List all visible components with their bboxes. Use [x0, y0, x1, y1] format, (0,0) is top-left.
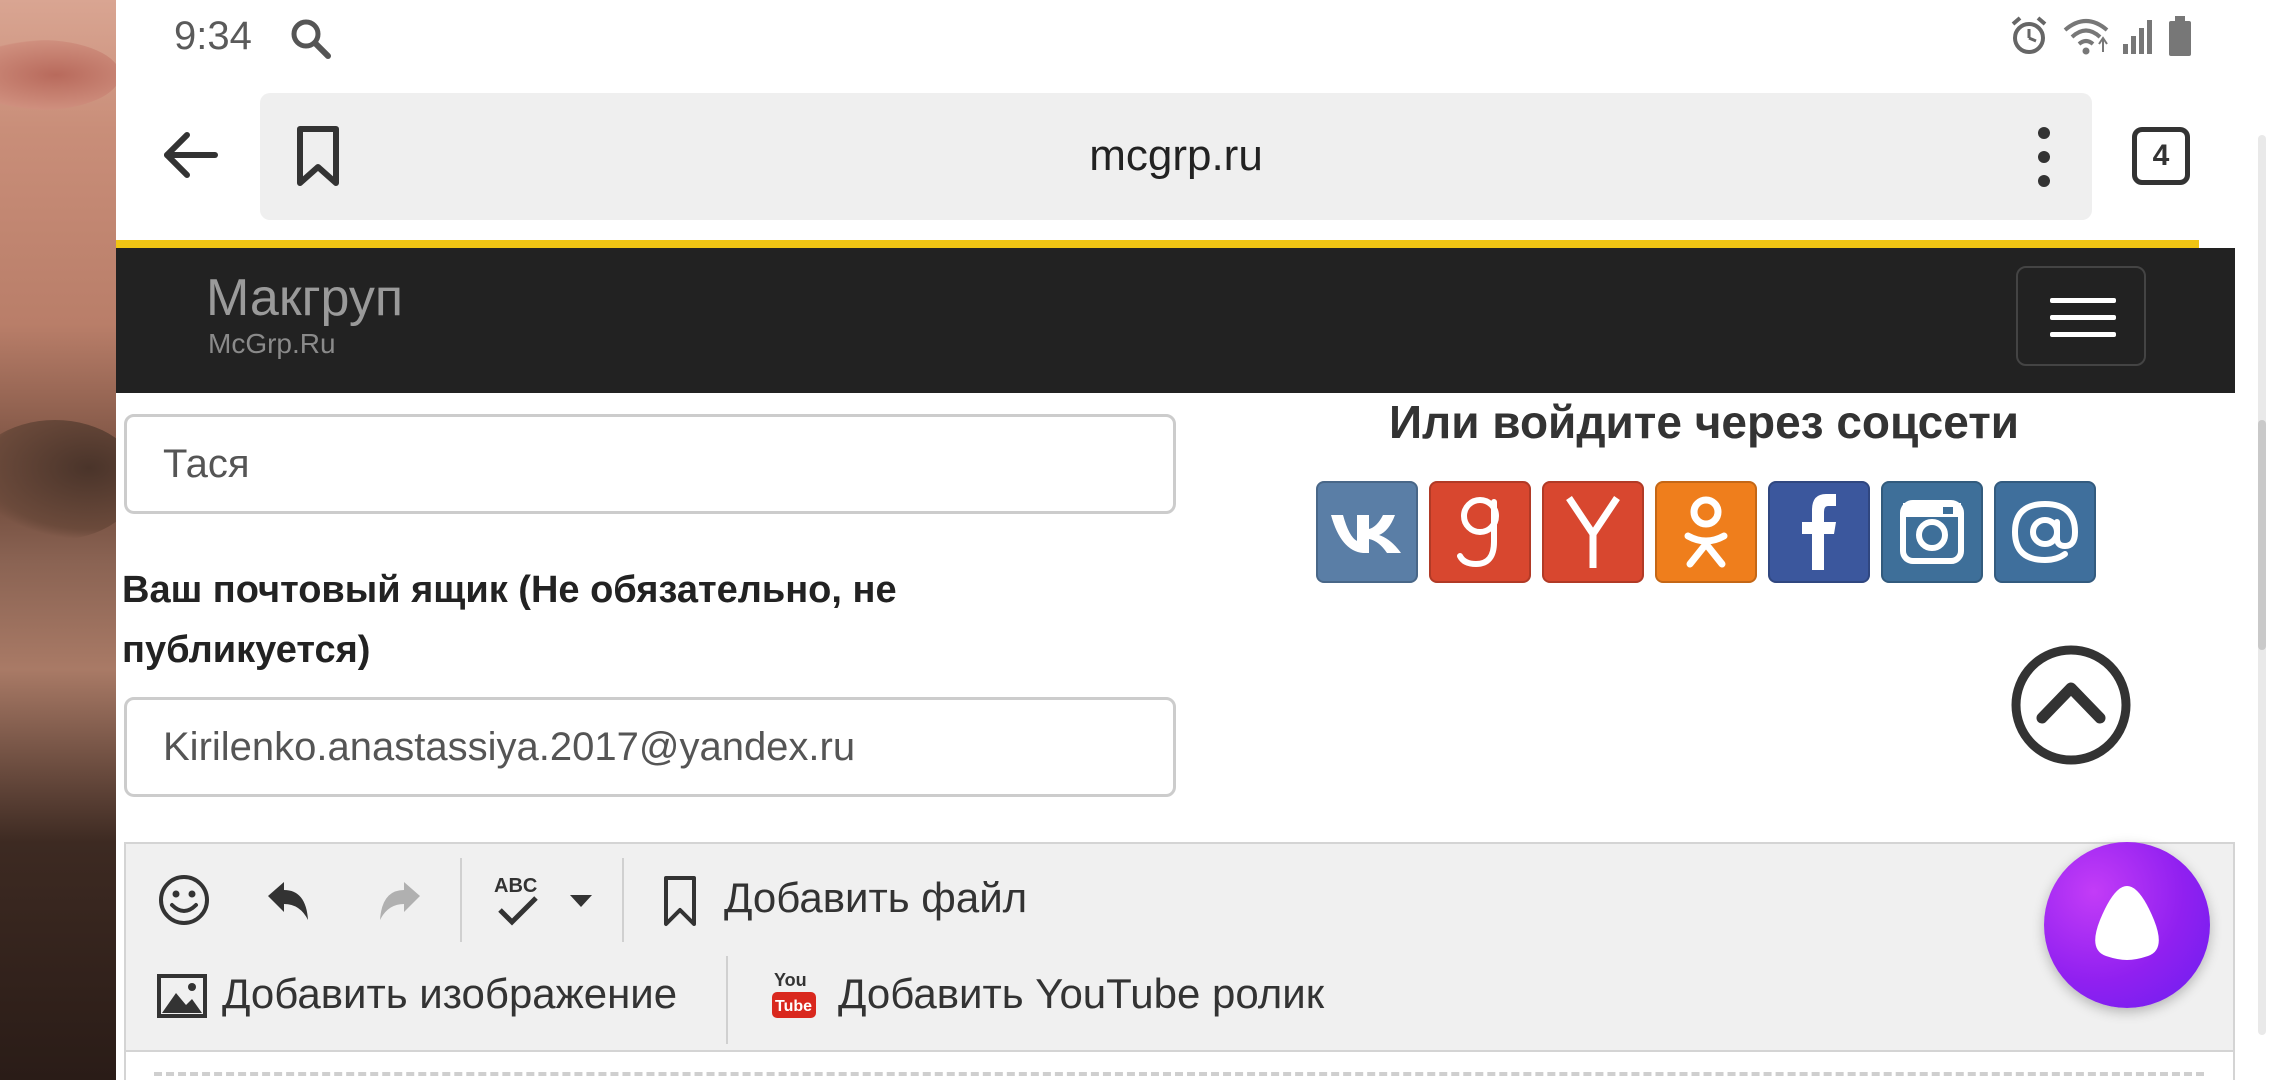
address-bar[interactable]: mcgrp.ru: [260, 93, 2092, 220]
site-logo-title[interactable]: Макгруп: [206, 268, 403, 328]
voice-assistant-button[interactable]: [2044, 842, 2210, 1008]
status-time: 9:34: [174, 14, 252, 58]
at-sign-icon: [2011, 500, 2079, 564]
email-label: Ваш почтовый ящик (Не обязательно, не пу…: [122, 569, 897, 671]
scrollbar-thumb[interactable]: [2258, 420, 2266, 650]
svg-text:ABC: ABC: [494, 875, 537, 897]
add-youtube-button[interactable]: Добавить YouTube ролик: [838, 970, 1324, 1018]
status-icons: [2007, 14, 2195, 58]
spellcheck-icon: ABC: [494, 875, 538, 926]
instagram-login-button[interactable]: [1881, 481, 1983, 583]
yandex-icon: [1566, 496, 1620, 568]
redo-icon: [380, 882, 420, 920]
toolbar-separator: [622, 858, 624, 942]
spellcheck-button[interactable]: ABC: [492, 870, 548, 930]
hamburger-icon: [2050, 315, 2116, 320]
odnoklassniki-login-button[interactable]: [1655, 481, 1757, 583]
photo-detail: [0, 420, 116, 540]
bookmark-icon: [664, 876, 696, 926]
youtube-icon-button[interactable]: You Tube: [770, 966, 818, 1022]
back-button[interactable]: [156, 125, 226, 185]
social-login-title: Или войдите через соцсети: [1388, 396, 2020, 448]
photo-detail: [0, 40, 116, 110]
arrow-left-icon: [164, 132, 218, 178]
svg-text:Tube: Tube: [775, 998, 812, 1015]
facebook-icon: [1802, 494, 1836, 570]
page-scrollbar[interactable]: [2235, 0, 2280, 1080]
undo-icon: [268, 882, 308, 920]
hamburger-icon: [2050, 298, 2116, 303]
url-text[interactable]: mcgrp.ru: [260, 131, 2092, 181]
name-input[interactable]: Тася: [124, 414, 1176, 514]
odnoklassniki-icon: [1684, 496, 1728, 568]
tab-switcher-button[interactable]: 4: [2132, 127, 2190, 185]
more-menu-icon[interactable]: [2034, 123, 2054, 191]
add-file-button[interactable]: Добавить файл: [724, 874, 1027, 922]
site-logo-subtitle: McGrp.Ru: [208, 328, 336, 359]
alarm-icon: [2011, 16, 2047, 54]
emoji-button[interactable]: [156, 872, 212, 928]
page-load-accent: [116, 240, 2199, 248]
google-login-button[interactable]: [1429, 481, 1531, 583]
editor-content-area[interactable]: [124, 1052, 2235, 1080]
search-icon: [291, 19, 331, 59]
social-login-buttons: [1316, 481, 2096, 583]
editor-divider: [154, 1072, 2204, 1076]
google-icon: [1457, 497, 1499, 568]
redo-button[interactable]: [372, 874, 426, 928]
mail-login-button[interactable]: [1994, 481, 2096, 583]
svg-text:You: You: [774, 970, 807, 990]
add-file-icon-button[interactable]: [660, 872, 700, 930]
email-input[interactable]: Kirilenko.anastassiya.2017@yandex.ru: [124, 697, 1176, 797]
editor-toolbar: ABC Добавить файл Добавить изображение Y…: [124, 842, 2235, 1052]
assistant-icon: [2095, 886, 2159, 960]
browser-toolbar: mcgrp.ru 4: [116, 75, 2235, 240]
add-image-icon-button[interactable]: [156, 970, 208, 1022]
toolbar-separator: [726, 956, 728, 1044]
hamburger-menu-button[interactable]: [2016, 266, 2146, 366]
instagram-icon: [1900, 500, 1964, 564]
battery-icon: [2169, 16, 2191, 56]
undo-button[interactable]: [262, 874, 316, 928]
status-bar: 9:34: [116, 0, 2235, 75]
image-icon: [157, 974, 207, 1018]
youtube-icon: You Tube: [772, 970, 816, 1018]
vk-login-button[interactable]: [1316, 481, 1418, 583]
scroll-to-top-button[interactable]: [2010, 644, 2132, 766]
facebook-login-button[interactable]: [1768, 481, 1870, 583]
yandex-login-button[interactable]: [1542, 481, 1644, 583]
signal-icon: [2123, 20, 2152, 54]
wifi-icon: [2063, 19, 2109, 55]
add-image-button[interactable]: Добавить изображение: [222, 970, 677, 1018]
smiley-icon: [159, 875, 209, 925]
background-photo: [0, 0, 116, 1080]
caret-down-icon: [570, 895, 592, 907]
hamburger-icon: [2050, 332, 2116, 337]
toolbar-separator: [460, 858, 462, 942]
vk-icon: [1331, 515, 1401, 553]
spellcheck-dropdown[interactable]: [568, 888, 594, 914]
site-header: Макгруп McGrp.Ru: [116, 248, 2235, 393]
